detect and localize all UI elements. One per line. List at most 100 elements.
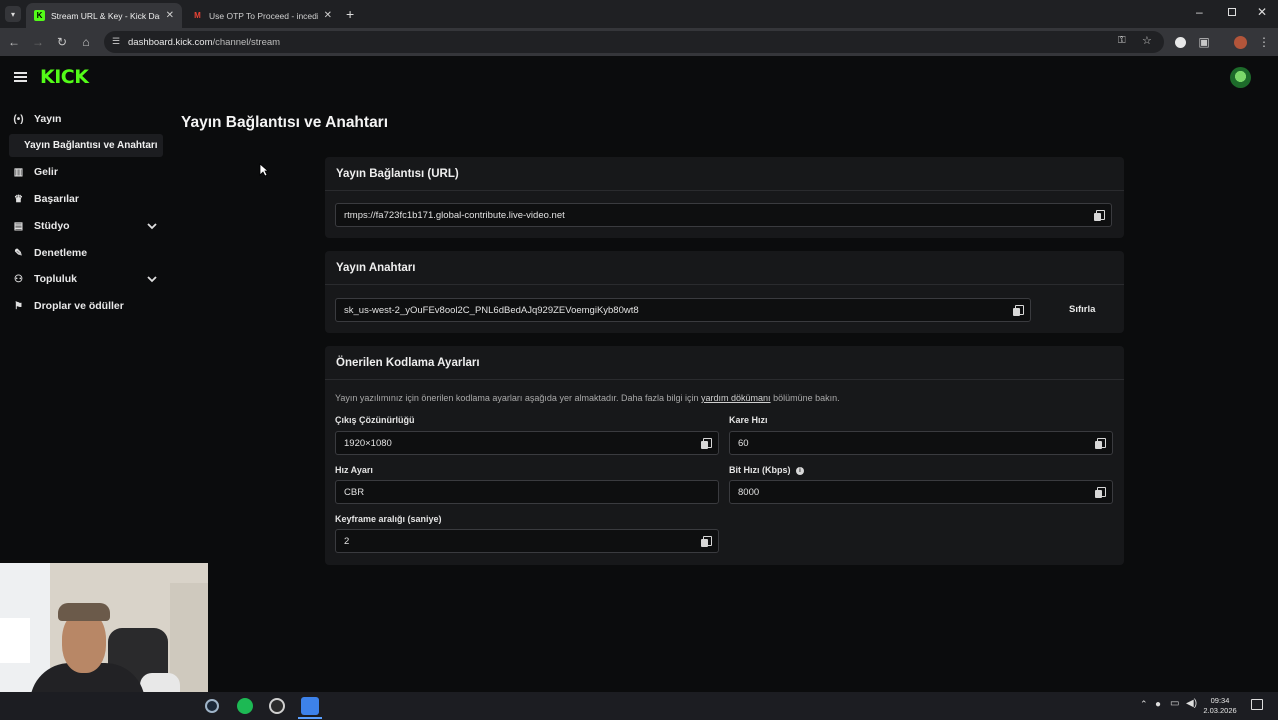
description-text: Yayın yazılımınız için önerilen kodlama …: [335, 393, 699, 403]
copy-icon[interactable]: [1094, 210, 1105, 221]
taskbar: ⌃ ● ▭ ◀) 09:34 2.03.2026: [0, 692, 1278, 720]
copy-icon[interactable]: [701, 536, 712, 547]
sidebar-item-label: Topluluk: [34, 273, 77, 285]
keyframe-field[interactable]: 2: [335, 529, 719, 553]
tray-chevron-icon[interactable]: ⌃: [1140, 699, 1148, 710]
sidebar-item-stream-key[interactable]: Yayın Bağlantısı ve Anahtarı: [9, 134, 163, 157]
network-icon[interactable]: ▭: [1170, 698, 1179, 709]
stream-url-heading: Yayın Bağlantısı (URL): [325, 157, 1124, 191]
browser-menu-icon[interactable]: ⋮: [1256, 34, 1272, 50]
sidebar-item-basarilar[interactable]: ♛ Başarılar: [12, 189, 79, 209]
active-app-indicator: [298, 717, 322, 719]
info-icon[interactable]: i: [796, 466, 805, 475]
sidebar-item-label: Stüdyo: [34, 220, 70, 232]
framerate-label: Kare Hızı: [729, 415, 768, 425]
stream-url-card: Yayın Bağlantısı (URL) rtmps://fa723fc1b…: [325, 157, 1124, 238]
address-bar[interactable]: ☰ dashboard.kick.com/channel/stream ⚿ ☆: [104, 31, 1164, 53]
broadcast-icon: (•): [13, 113, 24, 125]
close-tab-icon[interactable]: ✕: [324, 10, 332, 21]
bitrate-field[interactable]: 8000: [729, 480, 1113, 504]
rate-control-value: CBR: [344, 486, 365, 498]
chevron-down-icon[interactable]: [146, 273, 158, 285]
site-info-icon[interactable]: ☰: [112, 36, 120, 47]
stream-url-value: rtmps://fa723fc1b171.global-contribute.l…: [344, 209, 565, 221]
help-doc-link[interactable]: yardım dökümanı: [701, 393, 771, 403]
bitrate-label: Bit Hızı (Kbps) i: [729, 465, 805, 475]
drops-icon: ⚑: [14, 300, 23, 312]
extensions-puzzle-icon[interactable]: ▣: [1196, 34, 1212, 50]
sidebar-item-label: Yayın: [34, 113, 62, 125]
rate-control-field[interactable]: CBR: [335, 480, 719, 504]
kick-logo[interactable]: KICK: [40, 66, 89, 88]
volume-icon[interactable]: ◀): [1186, 698, 1197, 709]
page-title: Yayın Bağlantısı ve Anahtarı: [181, 114, 389, 131]
clock[interactable]: 09:34 2.03.2026: [1200, 696, 1240, 716]
stream-key-heading: Yayın Anahtarı: [325, 251, 1124, 285]
stream-key-card: Yayın Anahtarı sk_us-west-2_yOuFEv8ool2C…: [325, 251, 1124, 333]
sidebar-item-label: Gelir: [34, 166, 58, 178]
studio-icon: ▤: [13, 220, 24, 232]
sidebar-item-gelir[interactable]: ▥ Gelir: [12, 162, 58, 182]
sidebar-item-topluluk[interactable]: ⚇ Topluluk: [12, 269, 77, 289]
url-host: dashboard.kick.com: [128, 36, 213, 48]
tab-title: Use OTP To Proceed - incedi: [209, 10, 318, 21]
home-icon[interactable]: ⌂: [78, 34, 94, 50]
sidebar-item-studyo[interactable]: ▤ Stüdyo: [12, 216, 70, 236]
copy-icon[interactable]: [701, 438, 712, 449]
extension-circle-icon[interactable]: [1172, 34, 1188, 50]
chevron-down-icon[interactable]: [146, 220, 158, 232]
sidebar-item-denetleme[interactable]: ✎ Denetleme: [12, 243, 87, 263]
steam-icon[interactable]: [205, 699, 219, 713]
browser-tab-bar: ▾ K Stream URL & Key - Kick Dashb ✕ M Us…: [0, 0, 1278, 28]
minimize-window-icon[interactable]: –: [1196, 5, 1203, 19]
hamburger-menu-icon[interactable]: [14, 72, 27, 82]
copy-icon[interactable]: [1095, 438, 1106, 449]
clock-time: 09:34: [1210, 696, 1230, 705]
resolution-value: 1920×1080: [344, 437, 392, 449]
resolution-label: Çıkış Çözünürlüğü: [335, 415, 415, 425]
microphone-icon[interactable]: ●: [1155, 699, 1161, 710]
encoding-description: Yayın yazılımınız için önerilen kodlama …: [335, 393, 840, 403]
mouse-cursor-icon: [259, 163, 269, 177]
copy-icon[interactable]: [1095, 487, 1106, 498]
restore-window-icon[interactable]: [1228, 8, 1236, 16]
stream-key-value: sk_us-west-2_yOuFEv8ool2C_PNL6dBedAJq929…: [344, 304, 639, 316]
browser-toolbar: ← → ↻ ⌂ ☰ dashboard.kick.com/channel/str…: [0, 28, 1278, 56]
tab-kick-dashboard[interactable]: K Stream URL & Key - Kick Dashb ✕: [26, 3, 182, 28]
password-key-icon[interactable]: ⚿: [1118, 35, 1126, 46]
sidebar-item-label: Başarılar: [34, 193, 79, 205]
tab-search-button[interactable]: ▾: [5, 6, 21, 22]
trophy-icon: ♛: [14, 193, 23, 205]
stream-url-field[interactable]: rtmps://fa723fc1b171.global-contribute.l…: [335, 203, 1112, 227]
tab-title: Stream URL & Key - Kick Dashb: [51, 10, 160, 21]
spotify-icon[interactable]: [237, 698, 253, 714]
framerate-field[interactable]: 60: [729, 431, 1113, 455]
clock-date: 2.03.2026: [1203, 706, 1237, 715]
close-tab-icon[interactable]: ✕: [166, 10, 174, 21]
sidebar-item-label: Yayın Bağlantısı ve Anahtarı: [24, 140, 158, 151]
chrome-app-icon[interactable]: [301, 697, 319, 715]
sidebar-item-yayin[interactable]: (•) Yayın: [12, 109, 61, 129]
gmail-favicon-icon: M: [194, 11, 201, 20]
reset-key-button[interactable]: Sıfırla: [1069, 304, 1095, 315]
bookmark-star-icon[interactable]: ☆: [1142, 34, 1152, 47]
profile-avatar-icon[interactable]: [1232, 34, 1248, 50]
sidebar-item-droplar[interactable]: ⚑ Droplar ve ödüller: [12, 296, 124, 316]
forward-icon[interactable]: →: [30, 34, 46, 50]
tab-gmail-otp[interactable]: M Use OTP To Proceed - incedi ✕: [184, 3, 340, 28]
obs-icon[interactable]: [269, 698, 285, 714]
community-icon: ⚇: [14, 273, 23, 285]
reload-icon[interactable]: ↻: [54, 34, 70, 50]
notification-icon[interactable]: [1251, 699, 1263, 710]
resolution-field[interactable]: 1920×1080: [335, 431, 719, 455]
close-window-icon[interactable]: ✕: [1257, 5, 1267, 19]
url-path: /channel/stream: [212, 36, 281, 48]
rate-control-label: Hız Ayarı: [335, 465, 373, 475]
new-tab-icon[interactable]: +: [346, 6, 354, 22]
sidebar-item-label: Droplar ve ödüller: [34, 300, 124, 312]
back-icon[interactable]: ←: [6, 34, 22, 50]
stream-key-field[interactable]: sk_us-west-2_yOuFEv8ool2C_PNL6dBedAJq929…: [335, 298, 1031, 322]
user-avatar[interactable]: [1230, 67, 1251, 88]
copy-icon[interactable]: [1013, 305, 1024, 316]
keyframe-value: 2: [344, 535, 350, 547]
